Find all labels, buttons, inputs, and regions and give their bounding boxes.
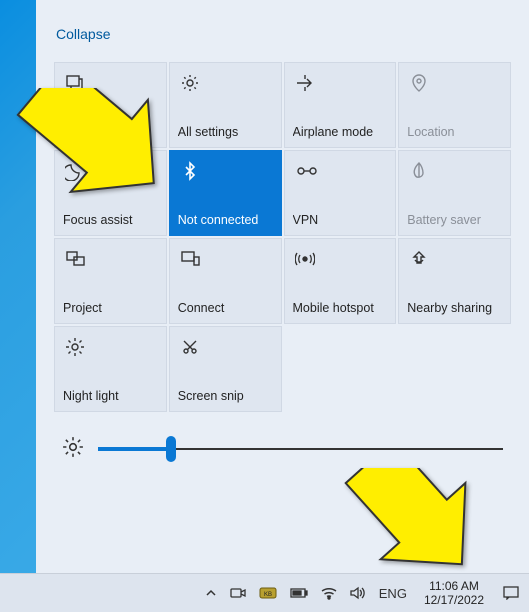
tile-label: Night light xyxy=(63,389,158,403)
tile-label: Project xyxy=(63,301,158,315)
tile-location[interactable]: Location xyxy=(398,62,511,148)
chevron-up-icon[interactable] xyxy=(203,578,219,608)
clock-time: 11:06 AM xyxy=(424,579,484,593)
battery-icon[interactable] xyxy=(288,578,310,608)
location-icon xyxy=(409,73,502,98)
tile-label: Nearby sharing xyxy=(407,301,502,315)
svg-text:KB: KB xyxy=(264,592,272,598)
quick-actions-grid: Network All settings Airplane mode xyxy=(54,62,511,412)
system-tray: KB ENG 11:06 AM 12/17/2022 xyxy=(203,578,523,608)
brightness-slider[interactable] xyxy=(98,434,503,464)
leaf-icon xyxy=(409,161,502,186)
keyboard-icon[interactable]: KB xyxy=(257,578,279,608)
slider-track-fill xyxy=(98,447,171,451)
hotspot-icon xyxy=(295,249,388,274)
tile-label: Connect xyxy=(178,301,273,315)
tile-label: Focus assist xyxy=(63,213,158,227)
moon-icon xyxy=(65,161,158,186)
connect-icon xyxy=(180,249,273,274)
tile-night-light[interactable]: Night light xyxy=(54,326,167,412)
tile-network[interactable]: Network xyxy=(54,62,167,148)
tile-screen-snip[interactable]: Screen snip xyxy=(169,326,282,412)
tile-label: Not connected xyxy=(178,213,273,227)
tile-vpn[interactable]: VPN xyxy=(284,150,397,236)
tile-label: Mobile hotspot xyxy=(293,301,388,315)
bluetooth-icon xyxy=(180,161,273,186)
taskbar-clock[interactable]: 11:06 AM 12/17/2022 xyxy=(418,579,490,607)
collapse-link[interactable]: Collapse xyxy=(56,26,110,42)
language-indicator[interactable]: ENG xyxy=(377,578,409,608)
tile-label: Airplane mode xyxy=(293,125,388,139)
vpn-icon xyxy=(295,161,388,186)
gear-icon xyxy=(180,73,273,98)
airplane-icon xyxy=(295,73,388,98)
tile-label: All settings xyxy=(178,125,273,139)
taskbar: KB ENG 11:06 AM 12/17/2022 xyxy=(0,573,529,612)
network-icon xyxy=(65,73,158,98)
slider-thumb[interactable] xyxy=(166,436,176,462)
brightness-control xyxy=(62,434,503,464)
tile-airplane-mode[interactable]: Airplane mode xyxy=(284,62,397,148)
tile-mobile-hotspot[interactable]: Mobile hotspot xyxy=(284,238,397,324)
wifi-icon[interactable] xyxy=(319,578,339,608)
tile-project[interactable]: Project xyxy=(54,238,167,324)
tile-label: Network xyxy=(63,125,158,139)
tile-nearby-sharing[interactable]: Nearby sharing xyxy=(398,238,511,324)
brightness-icon xyxy=(62,436,84,463)
action-center-panel: Collapse Network All settings xyxy=(36,0,529,573)
action-center-icon[interactable] xyxy=(499,578,523,608)
sun-icon xyxy=(65,337,158,362)
tile-focus-assist[interactable]: Focus assist xyxy=(54,150,167,236)
share-icon xyxy=(409,249,502,274)
tile-label: Battery saver xyxy=(407,213,502,227)
clock-date: 12/17/2022 xyxy=(424,593,484,607)
tile-label: Location xyxy=(407,125,502,139)
volume-icon[interactable] xyxy=(348,578,368,608)
tile-label: VPN xyxy=(293,213,388,227)
tile-battery-saver[interactable]: Battery saver xyxy=(398,150,511,236)
tile-all-settings[interactable]: All settings xyxy=(169,62,282,148)
meet-now-icon[interactable] xyxy=(228,578,248,608)
tile-connect[interactable]: Connect xyxy=(169,238,282,324)
tile-label: Screen snip xyxy=(178,389,273,403)
tile-bluetooth[interactable]: Not connected xyxy=(169,150,282,236)
project-icon xyxy=(65,249,158,274)
snip-icon xyxy=(180,337,273,362)
